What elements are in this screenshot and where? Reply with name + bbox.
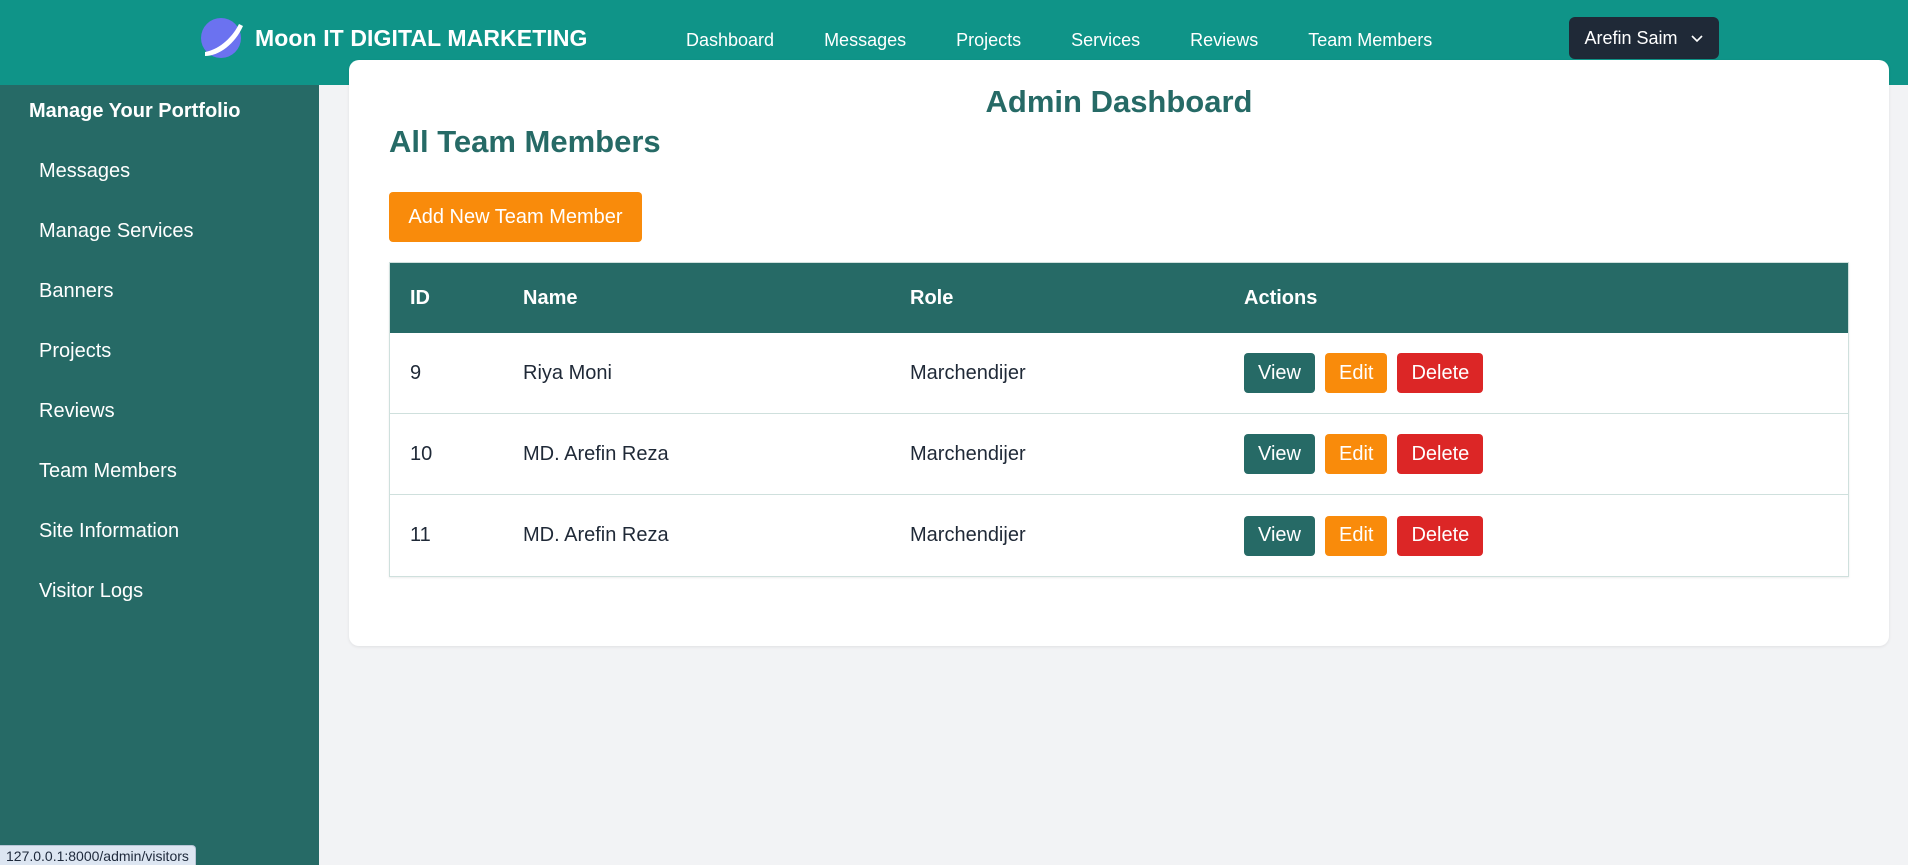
view-button[interactable]: View (1244, 434, 1315, 474)
sidebar-item-messages[interactable]: Messages (39, 159, 194, 219)
cell-id: 9 (410, 361, 422, 384)
sidebar-item-visitor-logs[interactable]: Visitor Logs (39, 579, 194, 639)
nav-services[interactable]: Services (1071, 30, 1140, 51)
add-team-member-button[interactable]: Add New Team Member (389, 192, 642, 242)
user-menu-button[interactable]: Arefin Saim (1569, 17, 1719, 59)
view-button[interactable]: View (1244, 353, 1315, 393)
view-button[interactable]: View (1244, 515, 1315, 556)
delete-button[interactable]: Delete (1397, 515, 1484, 556)
cell-actions: View Edit Delete (1244, 515, 1484, 556)
cell-id: 11 (410, 524, 431, 546)
header-id: ID (410, 286, 430, 309)
header-name: Name (523, 286, 578, 309)
sidebar-item-manage-services[interactable]: Manage Services (39, 219, 194, 279)
cell-role: Marchendijer (910, 442, 1026, 465)
cell-actions: View Edit Delete (1244, 353, 1484, 393)
nav-messages[interactable]: Messages (824, 30, 906, 51)
cell-name: MD. Arefin Reza (523, 524, 669, 546)
header-actions: Actions (1244, 286, 1318, 309)
chevron-down-icon (1690, 35, 1703, 43)
table-header: ID Name Role Actions (390, 263, 1848, 333)
delete-button[interactable]: Delete (1397, 353, 1484, 393)
cell-name: MD. Arefin Reza (523, 442, 669, 465)
sidebar-item-reviews[interactable]: Reviews (39, 399, 194, 459)
brand-name: Moon IT DIGITAL MARKETING (255, 24, 588, 51)
table-row: 11 MD. Arefin Reza Marchendijer View Edi… (390, 495, 1848, 576)
cell-role: Marchendijer (910, 524, 1026, 546)
team-members-table: ID Name Role Actions 9 Riya Moni Marchen… (389, 262, 1849, 577)
sidebar-item-projects[interactable]: Projects (39, 339, 194, 399)
sidebar-item-site-information[interactable]: Site Information (39, 519, 194, 579)
nav-dashboard[interactable]: Dashboard (686, 30, 774, 51)
page-title: Admin Dashboard (985, 84, 1253, 119)
user-name: Arefin Saim (1584, 27, 1678, 48)
nav-reviews[interactable]: Reviews (1190, 30, 1258, 51)
cell-name: Riya Moni (523, 361, 612, 384)
nav-projects[interactable]: Projects (956, 30, 1021, 51)
cell-id: 10 (410, 442, 433, 465)
nav-team-members[interactable]: Team Members (1308, 30, 1432, 51)
delete-button[interactable]: Delete (1397, 434, 1484, 474)
sidebar-menu: Messages Manage Services Banners Project… (39, 159, 194, 639)
edit-button[interactable]: Edit (1325, 434, 1388, 474)
cell-actions: View Edit Delete (1244, 434, 1484, 474)
table-row: 9 Riya Moni Marchendijer View Edit Delet… (390, 333, 1848, 414)
edit-button[interactable]: Edit (1325, 515, 1388, 556)
table-row: 10 MD. Arefin Reza Marchendijer View Edi… (390, 414, 1848, 495)
header-role: Role (910, 286, 954, 309)
main-card: Admin Dashboard All Team Members Add New… (349, 60, 1889, 646)
sidebar-item-banners[interactable]: Banners (39, 279, 194, 339)
sidebar-item-team-members[interactable]: Team Members (39, 459, 194, 519)
moon-logo-icon (199, 16, 243, 60)
cell-role: Marchendijer (910, 361, 1026, 384)
sidebar-title: Manage Your Portfolio (29, 100, 241, 122)
status-url-bar: 127.0.0.1:8000/admin/visitors (0, 845, 196, 865)
edit-button[interactable]: Edit (1325, 353, 1388, 393)
brand[interactable]: Moon IT DIGITAL MARKETING (199, 16, 588, 60)
sidebar: Manage Your Portfolio Messages Manage Se… (0, 85, 319, 865)
section-title: All Team Members (389, 124, 661, 159)
